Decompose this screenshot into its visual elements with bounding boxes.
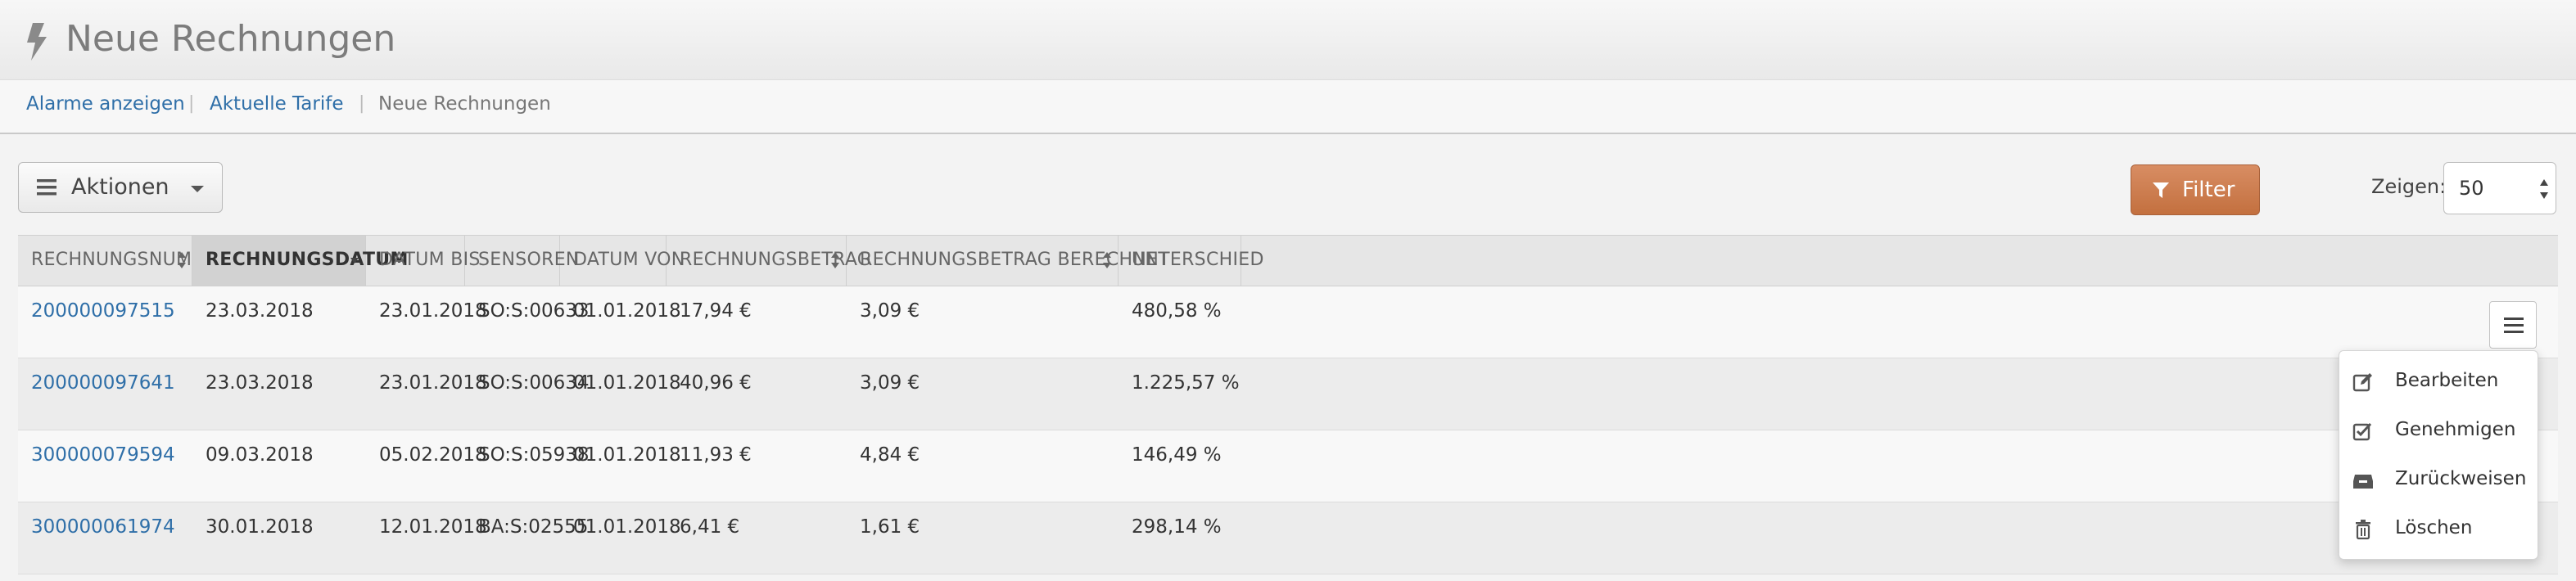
column-header-datum-bis[interactable]: DATUM BIS: [366, 236, 480, 286]
invoice-number-link[interactable]: 300000079594: [31, 444, 175, 466]
invoice-number-link[interactable]: 200000097641: [31, 372, 175, 394]
table-header: RECHNUNGSNUMMER RECHNUNGSDATUM DATUM BIS…: [18, 235, 2558, 286]
column-header-actions: [1241, 236, 1290, 286]
menu-item-zurueckweisen[interactable]: Zurückweisen: [2339, 456, 2538, 503]
actions-label: Aktionen: [71, 174, 169, 200]
cell-datum-bis: 05.02.2018: [379, 444, 487, 466]
filter-label: Filter: [2182, 178, 2235, 202]
cell-rechnungsdatum: 23.03.2018: [206, 372, 314, 394]
menu-item-loeschen[interactable]: Löschen: [2339, 505, 2538, 552]
filter-button[interactable]: Filter: [2131, 164, 2260, 215]
select-arrows-icon: [2540, 179, 2548, 199]
edit-icon: [2352, 373, 2372, 392]
cell-unterschied: 1.225,57 %: [1132, 372, 1240, 394]
column-header-sensoren[interactable]: SENSOREN: [465, 236, 579, 286]
cell-datum-bis: 12.01.2018: [379, 516, 487, 538]
cell-rechnungsbetrag-berechnet: 3,09 €: [860, 300, 920, 322]
invoice-number-link[interactable]: 200000097515: [31, 300, 175, 322]
cell-datum-von: 01.01.2018: [573, 444, 681, 466]
column-header-datum-von[interactable]: DATUM VON: [560, 236, 685, 286]
page-size-value: 50: [2459, 177, 2484, 200]
page-size-select[interactable]: 50: [2443, 162, 2556, 214]
page-size-label: Zeigen:: [2371, 175, 2447, 198]
cell-rechnungsbetrag-berechnet: 3,09 €: [860, 372, 920, 394]
breadcrumb-separator: |: [188, 93, 195, 114]
page-header: Neue Rechnungen: [0, 0, 2576, 80]
table-row: 200000097641 23.03.2018 23.01.2018 SO:S:…: [18, 358, 2558, 430]
menu-icon: [2504, 318, 2524, 333]
cell-datum-bis: 23.01.2018: [379, 372, 487, 394]
column-header-rechnungsdatum[interactable]: RECHNUNGSDATUM: [192, 236, 408, 286]
trash-icon: [2356, 520, 2370, 540]
cell-datum-bis: 23.01.2018: [379, 300, 487, 322]
cell-rechnungsbetrag-berechnet: 4,84 €: [860, 444, 920, 466]
actions-dropdown-button[interactable]: Aktionen: [18, 162, 223, 213]
breadcrumb-separator: |: [359, 93, 365, 114]
bolt-icon: [27, 23, 47, 61]
page-title: Neue Rechnungen: [66, 18, 396, 60]
breadcrumb: Alarme anzeigen | Aktuelle Tarife | Neue…: [0, 80, 2576, 134]
cell-unterschied: 146,49 %: [1132, 444, 1222, 466]
sort-icon: [831, 252, 839, 268]
table-row: 300000079594 09.03.2018 05.02.2018 SO:S:…: [18, 430, 2558, 502]
cell-datum-von: 01.01.2018: [573, 372, 681, 394]
cell-rechnungsdatum: 09.03.2018: [206, 444, 314, 466]
table-row: 300000061974 30.01.2018 12.01.2018 BA:S:…: [18, 502, 2558, 574]
cell-rechnungsbetrag: 17,94 €: [680, 300, 752, 322]
sort-icon: [178, 252, 186, 268]
breadcrumb-current: Neue Rechnungen: [378, 93, 551, 115]
column-header-rechnungsbetrag-berechnet[interactable]: RECHNUNGSBETRAG BERECHNET: [847, 236, 1169, 286]
table-row: 200000097515 23.03.2018 23.01.2018 SO:S:…: [18, 286, 2558, 358]
invoice-number-link[interactable]: 300000061974: [31, 516, 175, 538]
menu-item-bearbeiten[interactable]: Bearbeiten: [2339, 358, 2538, 405]
cell-sensoren: BA:S:02555: [478, 516, 589, 538]
cell-rechnungsdatum: 23.03.2018: [206, 300, 314, 322]
cell-rechnungsdatum: 30.01.2018: [206, 516, 314, 538]
cell-unterschied: 480,58 %: [1132, 300, 1222, 322]
caret-down-icon: [191, 186, 204, 192]
row-actions-button[interactable]: [2489, 301, 2537, 349]
cell-rechnungsbetrag: 11,93 €: [680, 444, 752, 466]
menu-item-genehmigen[interactable]: Genehmigen: [2339, 407, 2538, 454]
breadcrumb-aktuelle-tarife[interactable]: Aktuelle Tarife: [210, 93, 343, 115]
cell-datum-von: 01.01.2018: [573, 300, 681, 322]
inbox-icon: [2353, 475, 2373, 489]
cell-rechnungsbetrag-berechnet: 1,61 €: [860, 516, 920, 538]
breadcrumb-alarme-anzeigen[interactable]: Alarme anzeigen: [26, 93, 185, 115]
sort-desc-icon: [350, 258, 359, 263]
column-header-rechnungsbetrag[interactable]: RECHNUNGSBETRAG: [667, 236, 871, 286]
filter-icon: [2153, 182, 2169, 198]
column-header-unterschied[interactable]: UNTERSCHIED: [1119, 236, 1263, 286]
cell-datum-von: 01.01.2018: [573, 516, 681, 538]
column-header-rechnungsnummer[interactable]: RECHNUNGSNUMMER: [18, 236, 232, 286]
cell-rechnungsbetrag: 40,96 €: [680, 372, 752, 394]
cell-rechnungsbetrag: 6,41 €: [680, 516, 740, 538]
sort-icon: [1103, 252, 1111, 268]
menu-icon: [37, 179, 56, 196]
check-square-icon: [2352, 422, 2372, 441]
cell-unterschied: 298,14 %: [1132, 516, 1222, 538]
row-actions-dropdown: Bearbeiten Genehmigen Zurückweisen Lösch…: [2339, 350, 2538, 560]
